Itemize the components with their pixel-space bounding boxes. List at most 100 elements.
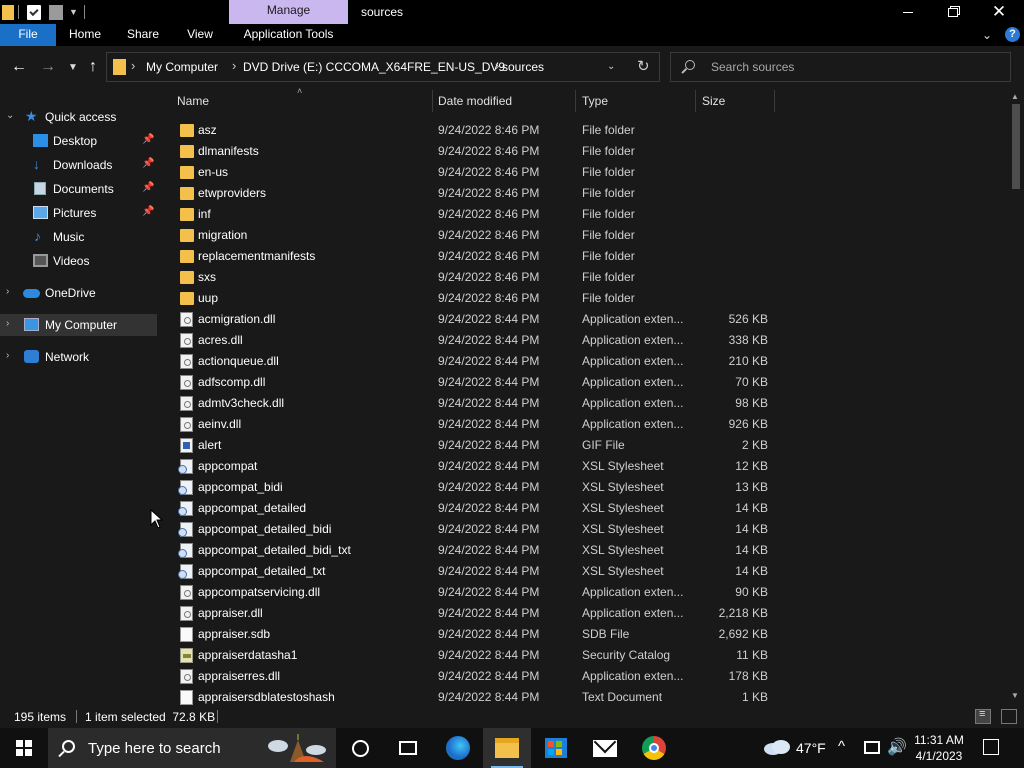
breadcrumb-sources[interactable]: sources bbox=[502, 60, 544, 74]
scroll-down-icon[interactable]: ▼ bbox=[1011, 691, 1019, 700]
file-row[interactable]: appraisersdblatestoshash 9/24/2022 8:44 P… bbox=[157, 687, 1008, 705]
search-input[interactable]: Search sources bbox=[670, 52, 1011, 82]
customize-toolbar-chevron-icon[interactable]: ▼ bbox=[69, 7, 78, 17]
file-row[interactable]: acmigration.dll 9/24/2022 8:44 PM Applicat… bbox=[157, 309, 1008, 330]
breadcrumb-chevron-icon[interactable]: › bbox=[495, 58, 499, 73]
file-row[interactable]: appraiser.dll 9/24/2022 8:44 PM Applicatio… bbox=[157, 603, 1008, 624]
tab-share[interactable]: Share bbox=[114, 24, 172, 46]
file-row[interactable]: replacementmanifests 9/24/2022 8:46 PM Fil… bbox=[157, 246, 1008, 267]
taskbar-file-explorer[interactable] bbox=[483, 728, 531, 768]
nav-item-network[interactable]: › Network bbox=[0, 346, 157, 368]
file-row[interactable]: en-us 9/24/2022 8:46 PM File folder bbox=[157, 162, 1008, 183]
clock-date[interactable]: 4/1/2023 bbox=[914, 749, 964, 763]
breadcrumb-chevron-icon[interactable]: › bbox=[131, 58, 135, 73]
show-hidden-icons-chevron-icon[interactable]: ^ bbox=[838, 738, 845, 755]
minimize-button[interactable] bbox=[885, 0, 931, 24]
properties-icon[interactable] bbox=[27, 4, 41, 20]
file-row[interactable]: uup 9/24/2022 8:46 PM File folder bbox=[157, 288, 1008, 309]
vertical-scrollbar[interactable]: ▲ ▼ bbox=[1008, 88, 1024, 705]
column-resize-handle[interactable] bbox=[575, 90, 576, 112]
breadcrumb-chevron-icon[interactable]: › bbox=[232, 58, 236, 73]
large-icons-view-icon[interactable] bbox=[1001, 709, 1017, 724]
nav-item-downloads[interactable]: ↓ Downloads 📌 bbox=[0, 154, 157, 176]
file-row[interactable]: sxs 9/24/2022 8:46 PM File folder bbox=[157, 267, 1008, 288]
nav-item-documents[interactable]: Documents 📌 bbox=[0, 178, 157, 200]
details-view-icon[interactable] bbox=[975, 708, 991, 724]
file-row[interactable]: admtv3check.dll 9/24/2022 8:44 PM Applicat… bbox=[157, 393, 1008, 414]
address-bar[interactable]: › My Computer › DVD Drive (E:) CCCOMA_X6… bbox=[106, 52, 660, 82]
nav-item-pictures[interactable]: Pictures 📌 bbox=[0, 202, 157, 224]
file-row[interactable]: appcompat_bidi 9/24/2022 8:44 PM XSL Style… bbox=[157, 477, 1008, 498]
file-row[interactable]: appcompat_detailed_bidi 9/24/2022 8:44 PM… bbox=[157, 519, 1008, 540]
expand-chevron-icon[interactable]: › bbox=[6, 286, 9, 297]
tab-home[interactable]: Home bbox=[56, 24, 114, 46]
back-button[interactable]: ← bbox=[8, 56, 30, 78]
scrollbar-thumb[interactable] bbox=[1012, 104, 1020, 189]
weather-temperature[interactable]: 47°F bbox=[796, 740, 826, 756]
maximize-button[interactable] bbox=[930, 0, 976, 24]
file-row[interactable]: appraiserdatasha1 9/24/2022 8:44 PM Securi… bbox=[157, 645, 1008, 666]
column-name[interactable]: Name bbox=[177, 94, 209, 108]
close-button[interactable]: ✕ bbox=[976, 0, 1022, 24]
folder-icon[interactable] bbox=[2, 4, 14, 20]
clock-time[interactable]: 11:31 AM bbox=[914, 733, 964, 747]
taskbar-edge[interactable] bbox=[434, 728, 482, 768]
help-icon[interactable]: ? bbox=[1005, 27, 1020, 42]
tab-view[interactable]: View bbox=[172, 24, 228, 46]
file-row[interactable]: actionqueue.dll 9/24/2022 8:44 PM Applicat… bbox=[157, 351, 1008, 372]
file-row[interactable]: inf 9/24/2022 8:46 PM File folder bbox=[157, 204, 1008, 225]
expand-chevron-icon[interactable]: › bbox=[6, 350, 9, 361]
column-resize-handle[interactable] bbox=[695, 90, 696, 112]
tab-application-tools[interactable]: Application Tools bbox=[229, 24, 348, 46]
file-row[interactable]: appcompat 9/24/2022 8:44 PM XSL Stylesheet… bbox=[157, 456, 1008, 477]
nav-item-desktop[interactable]: Desktop 📌 bbox=[0, 130, 157, 152]
breadcrumb-dvd-drive[interactable]: DVD Drive (E:) CCCOMA_X64FRE_EN-US_DV9 bbox=[243, 60, 505, 74]
file-row[interactable]: appcompat_detailed 9/24/2022 8:44 PM XSL S… bbox=[157, 498, 1008, 519]
nav-item-onedrive[interactable]: › OneDrive bbox=[0, 282, 157, 304]
cortana-button[interactable] bbox=[336, 728, 384, 768]
file-row[interactable]: dlmanifests 9/24/2022 8:46 PM File folder bbox=[157, 141, 1008, 162]
file-row[interactable]: acres.dll 9/24/2022 8:44 PM Application ex… bbox=[157, 330, 1008, 351]
column-type[interactable]: Type bbox=[582, 94, 608, 108]
new-folder-icon[interactable] bbox=[49, 4, 63, 20]
file-row[interactable]: alert 9/24/2022 8:44 PM GIF File 2 KB bbox=[157, 435, 1008, 456]
file-row[interactable]: aeinv.dll 9/24/2022 8:44 PM Application ex… bbox=[157, 414, 1008, 435]
file-row[interactable]: appraiserres.dll 9/24/2022 8:44 PM Applica… bbox=[157, 666, 1008, 687]
weather-cloud-icon[interactable] bbox=[762, 738, 792, 756]
task-view-button[interactable] bbox=[384, 728, 432, 768]
recent-locations-button[interactable]: ▼ bbox=[62, 56, 84, 78]
file-row[interactable]: appcompat_detailed_txt 9/24/2022 8:44 PM X… bbox=[157, 561, 1008, 582]
taskbar-store[interactable] bbox=[532, 728, 580, 768]
expand-ribbon-chevron-icon[interactable]: ⌄ bbox=[982, 28, 992, 42]
file-row[interactable]: adfscomp.dll 9/24/2022 8:44 PM Application… bbox=[157, 372, 1008, 393]
file-row[interactable]: etwproviders 9/24/2022 8:46 PM File folder bbox=[157, 183, 1008, 204]
column-size[interactable]: Size bbox=[702, 94, 725, 108]
up-button[interactable]: ↑ bbox=[82, 56, 104, 78]
manage-contextual-tab[interactable]: Manage bbox=[229, 0, 348, 24]
file-row[interactable]: appraiser.sdb 9/24/2022 8:44 PM SDB File 2,… bbox=[157, 624, 1008, 645]
file-row[interactable]: migration 9/24/2022 8:46 PM File folder bbox=[157, 225, 1008, 246]
address-history-chevron-icon[interactable]: ⌄ bbox=[607, 61, 615, 72]
taskbar-search-box[interactable]: Type here to search bbox=[48, 728, 336, 768]
network-status-icon[interactable] bbox=[864, 741, 880, 754]
file-row[interactable]: appcompat_detailed_bidi_txt 9/24/2022 8:4… bbox=[157, 540, 1008, 561]
taskbar-chrome[interactable] bbox=[630, 728, 678, 768]
collapse-chevron-icon[interactable]: ⌄ bbox=[6, 110, 14, 121]
column-resize-handle[interactable] bbox=[432, 90, 433, 112]
tab-file[interactable]: File bbox=[0, 24, 56, 46]
nav-item-videos[interactable]: Videos bbox=[0, 250, 157, 272]
refresh-icon[interactable]: ↻ bbox=[637, 57, 650, 75]
scroll-up-icon[interactable]: ▲ bbox=[1011, 92, 1019, 101]
nav-item-quick-access[interactable]: ⌄ ★ Quick access bbox=[0, 106, 157, 128]
notifications-icon[interactable] bbox=[983, 739, 999, 755]
column-date-modified[interactable]: Date modified bbox=[438, 94, 512, 108]
taskbar-mail[interactable] bbox=[581, 728, 629, 768]
volume-icon[interactable]: 🔊 bbox=[887, 737, 907, 757]
column-resize-handle[interactable] bbox=[774, 90, 775, 112]
file-row[interactable]: appcompatservicing.dll 9/24/2022 8:44 PM A… bbox=[157, 582, 1008, 603]
breadcrumb-my-computer[interactable]: My Computer bbox=[146, 60, 218, 74]
nav-item-my-computer[interactable]: › My Computer bbox=[0, 314, 157, 336]
nav-item-music[interactable]: ♪ Music bbox=[0, 226, 157, 248]
expand-chevron-icon[interactable]: › bbox=[6, 318, 9, 329]
forward-button[interactable]: → bbox=[37, 56, 59, 78]
